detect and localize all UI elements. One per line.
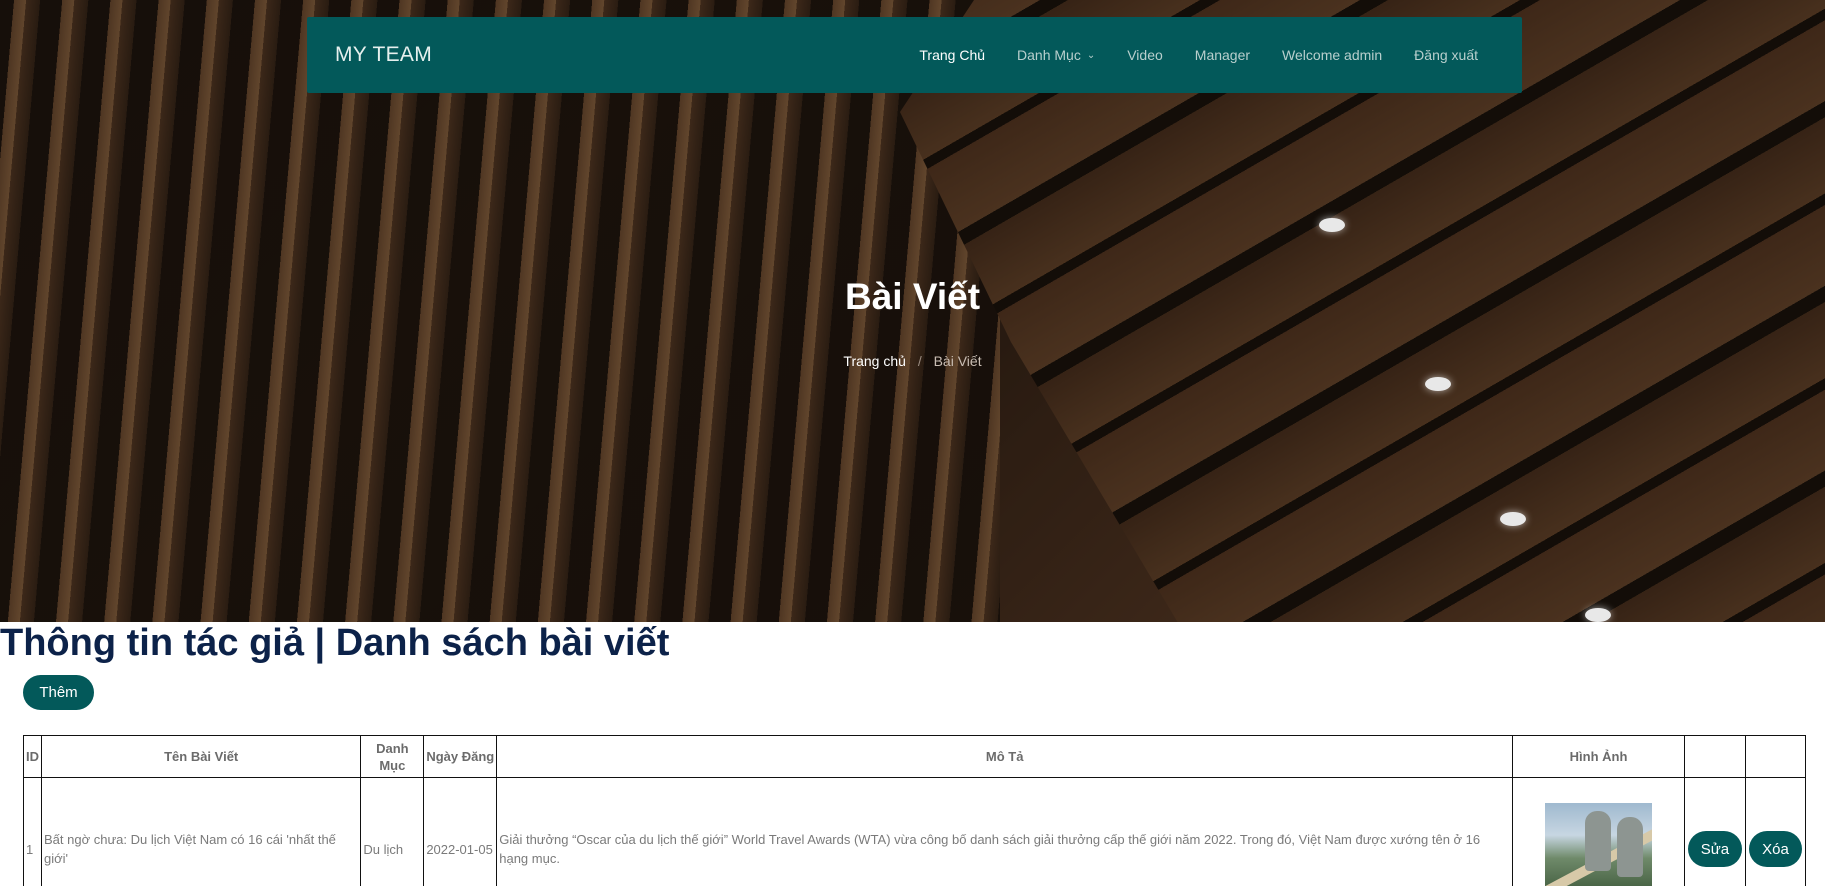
nav-item-label: Manager — [1194, 47, 1251, 63]
add-post-button[interactable]: Thêm — [23, 675, 94, 710]
cell-delete: Xóa — [1744, 777, 1807, 886]
delete-button[interactable]: Xóa — [1749, 831, 1802, 867]
cell-image — [1512, 777, 1685, 886]
nav-item-label: Video — [1127, 47, 1163, 63]
ceiling-light — [1425, 377, 1451, 391]
nav-item-label: Welcome admin — [1282, 47, 1383, 63]
nav-item-label: Danh Mục — [1017, 47, 1081, 63]
column-header-edit — [1683, 735, 1746, 778]
breadcrumb-home-link[interactable]: Trang chủ — [843, 353, 906, 369]
column-header-category: Danh Mục — [360, 735, 425, 778]
column-header-title: Tên Bài Viết — [40, 735, 362, 778]
nav-item-video[interactable]: Video — [1111, 47, 1179, 63]
chevron-down-icon: ⌄ — [1086, 49, 1096, 61]
nav-item-categories[interactable]: Danh Mục ⌄ — [1001, 47, 1111, 63]
cell-id: 1 — [23, 777, 42, 886]
cell-description: Giải thưởng “Oscar của du lịch thế giới”… — [496, 777, 1514, 886]
nav-item-welcome-user[interactable]: Welcome admin — [1266, 47, 1398, 63]
top-navbar: MY TEAM Trang Chủ Danh Mục ⌄ Video Manag… — [307, 17, 1522, 93]
nav-item-label: Đăng xuất — [1414, 47, 1478, 63]
nav-item-logout[interactable]: Đăng xuất — [1398, 47, 1494, 63]
nav-menu: Trang Chủ Danh Mục ⌄ Video Manager Welco… — [903, 47, 1494, 63]
table-header-row: ID Tên Bài Viết Danh Mục Ngày Đăng Mô Tả… — [23, 735, 1807, 778]
breadcrumb: Trang chủ / Bài Viết — [0, 353, 1825, 369]
nav-item-manager[interactable]: Manager — [1179, 47, 1266, 63]
column-header-id: ID — [23, 735, 42, 778]
breadcrumb-current: Bài Viết — [933, 353, 982, 369]
ceiling-light — [1319, 218, 1345, 232]
edit-button[interactable]: Sửa — [1687, 831, 1743, 867]
column-header-date: Ngày Đăng — [423, 735, 498, 778]
brand-logo[interactable]: MY TEAM — [335, 43, 432, 67]
breadcrumb-separator: / — [917, 353, 922, 369]
column-header-delete — [1744, 735, 1807, 778]
thumbnail-hand-shape — [1617, 817, 1644, 877]
cell-title: Bất ngờ chưa: Du lịch Việt Nam có 16 cái… — [40, 777, 362, 886]
hero-title: Bài Viết — [844, 276, 981, 317]
ceiling-light — [1585, 608, 1611, 622]
nav-item-home[interactable]: Trang Chủ — [903, 47, 1001, 63]
hero-banner: Bài Viết Trang chủ / Bài Viết — [0, 0, 1825, 622]
column-header-description: Mô Tả — [496, 735, 1514, 778]
thumbnail-hand-shape — [1585, 811, 1612, 871]
posts-table: ID Tên Bài Viết Danh Mục Ngày Đăng Mô Tả… — [23, 735, 1807, 886]
column-header-image: Hình Ảnh — [1512, 735, 1685, 778]
cell-edit: Sửa — [1683, 777, 1746, 886]
cell-date: 2022-01-05 — [423, 777, 498, 886]
ceiling-light — [1500, 512, 1526, 526]
cell-category: Du lịch — [360, 777, 425, 886]
nav-item-label: Trang Chủ — [919, 47, 986, 63]
post-thumbnail-image — [1545, 803, 1653, 886]
page-title: Thông tin tác giả | Danh sách bài viết — [0, 622, 670, 664]
table-row: 1 Bất ngờ chưa: Du lịch Việt Nam có 16 c… — [23, 777, 1807, 886]
